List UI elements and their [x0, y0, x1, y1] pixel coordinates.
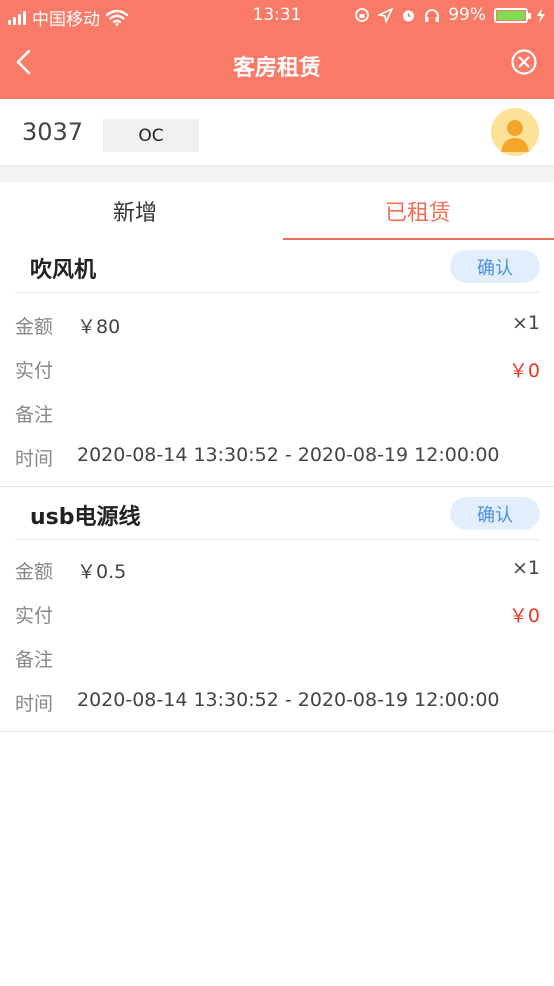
app-header: 中国移动 13:31 99% 客房租赁 — [0, 0, 554, 99]
amount-value: ￥0.5 — [77, 561, 127, 583]
status-bar: 中国移动 13:31 99% — [0, 0, 554, 32]
page-title: 客房租赁 — [232, 56, 321, 81]
orientation-lock-icon — [355, 8, 370, 22]
note-row: 备注 — [15, 396, 540, 426]
tab-new[interactable]: 新增 — [0, 182, 270, 240]
headphones-icon — [425, 8, 440, 22]
avatar[interactable] — [491, 108, 539, 156]
note-row: 备注 — [15, 641, 540, 671]
user-avatar-icon — [491, 108, 539, 156]
time-row: 时间 2020-08-14 13:30:52 - 2020-08-19 12:0… — [15, 685, 540, 715]
paid-label: 实付 — [15, 360, 54, 382]
note-label: 备注 — [15, 649, 54, 671]
paid-value: ￥0 — [508, 360, 540, 382]
paid-value: ￥0 — [508, 605, 540, 627]
time-label: 时间 — [15, 448, 54, 470]
paid-label: 实付 — [15, 605, 54, 627]
amount-label: 金额 — [15, 316, 54, 338]
time-row: 时间 2020-08-14 13:30:52 - 2020-08-19 12:0… — [15, 440, 540, 470]
section-divider — [0, 166, 554, 182]
rental-item: 吹风机 确认 金额 ￥80 ×1 实付 ￥0 备注 时间 2020-08-14 … — [0, 240, 554, 487]
time-range: 2020-08-14 13:30:52 - 2020-08-19 12:00:0… — [77, 444, 500, 466]
paid-row: 实付 ￥0 — [15, 597, 540, 627]
room-profile: 3037 OC — [0, 99, 554, 166]
nav-bar: 客房租赁 — [0, 32, 554, 99]
battery-icon — [494, 7, 531, 23]
time-range: 2020-08-14 13:30:52 - 2020-08-19 12:00:0… — [77, 689, 500, 711]
close-button[interactable] — [510, 48, 538, 76]
room-number: 3037 — [22, 118, 84, 146]
amount-row: 金额 ￥80 ×1 — [15, 308, 540, 338]
location-icon — [378, 7, 394, 23]
item-name: 吹风机 — [30, 258, 97, 283]
tab-rented[interactable]: 已租赁 — [283, 182, 553, 240]
item-name: usb电源线 — [30, 505, 141, 530]
charging-icon — [537, 7, 545, 23]
paid-row: 实付 ￥0 — [15, 352, 540, 382]
alarm-icon — [403, 10, 415, 21]
amount-value: ￥80 — [77, 316, 121, 338]
time-label: 时间 — [15, 693, 54, 715]
rental-item: usb电源线 确认 金额 ￥0.5 ×1 实付 ￥0 备注 时间 2020-08… — [0, 487, 554, 732]
guest-tag: OC — [103, 119, 199, 152]
confirm-button[interactable]: 确认 — [450, 250, 540, 283]
battery-percent: 99% — [448, 5, 486, 25]
quantity-value: ×1 — [511, 557, 540, 579]
amount-label: 金额 — [15, 561, 54, 583]
confirm-button[interactable]: 确认 — [450, 497, 540, 530]
tab-bar: 新增 已租赁 — [0, 182, 554, 240]
amount-row: 金额 ￥0.5 ×1 — [15, 553, 540, 583]
quantity-value: ×1 — [511, 312, 540, 334]
note-label: 备注 — [15, 404, 54, 426]
